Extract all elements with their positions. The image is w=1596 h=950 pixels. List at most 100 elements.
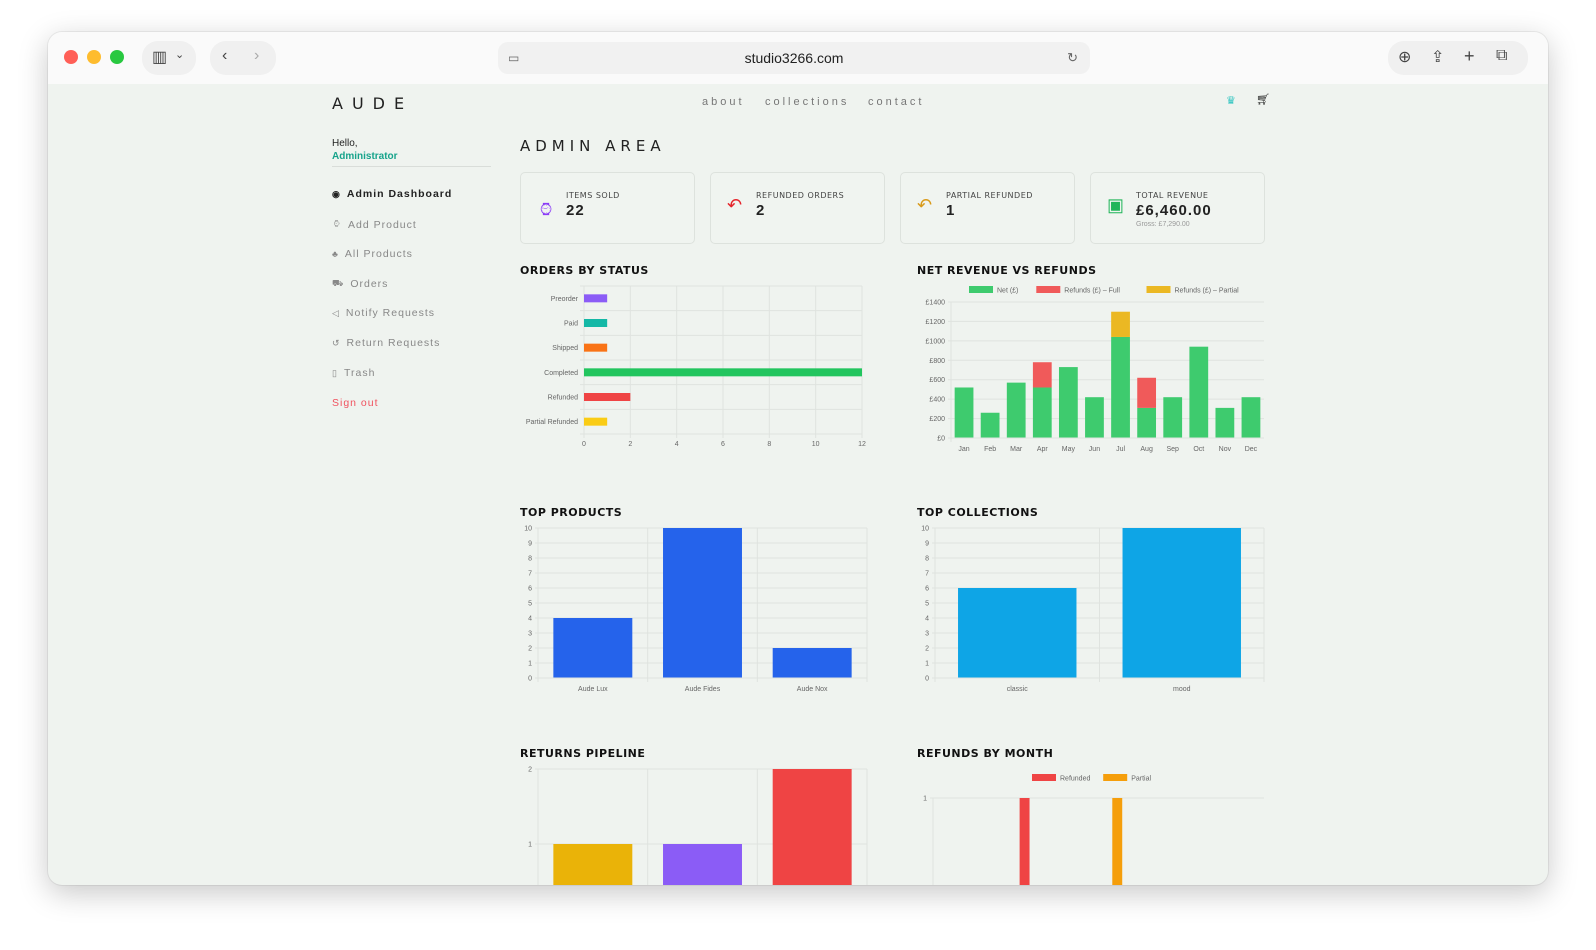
tick-label: 7 <box>528 571 532 578</box>
tick-label: 2 <box>925 646 929 653</box>
return-icon: ↺ <box>332 337 341 348</box>
download-icon[interactable]: ⊕ <box>1398 47 1411 67</box>
bar-nov-net[interactable] <box>1215 407 1235 438</box>
tick-label: 0 <box>528 676 532 683</box>
bar-jul-net[interactable] <box>1111 336 1130 438</box>
chart-top-products: 0 1 2 3 4 5 6 7 8 9 10 Aude Lux Aude Fides Aude Nox <box>524 526 868 693</box>
minimize-window-button[interactable] <box>87 50 101 64</box>
sidebar-item-label: Admin Dashboard <box>346 188 453 200</box>
sign-out-link[interactable]: Sign out <box>332 397 379 409</box>
sidebar-toggle-button[interactable]: ▥ ⌄ <box>142 41 196 75</box>
tick-label: Partial Refunded <box>526 419 578 426</box>
truck-icon: ⛟ <box>332 278 345 288</box>
undo-icon: ↶ <box>727 195 743 215</box>
crown-icon[interactable]: ♛ <box>1226 94 1236 107</box>
tick-label: 12 <box>858 441 866 448</box>
bar-dec-net[interactable] <box>1241 397 1261 438</box>
bar-apr-refunded[interactable] <box>1019 798 1030 885</box>
bar-partial-refunded[interactable] <box>584 417 608 426</box>
tick-label: 10 <box>812 441 820 448</box>
tick-label: £800 <box>929 358 945 365</box>
bar-preorder[interactable] <box>584 294 608 303</box>
bar-stage-1[interactable] <box>553 844 633 885</box>
sidebar-item-notify-requests[interactable]: ◁ Notify Requests <box>332 307 435 319</box>
tick-label: Mar <box>1010 446 1023 453</box>
stat-card-total-revenue: ▣ TOTAL REVENUE £6,460.00 Gross: £7,290.00 <box>1090 172 1265 244</box>
nav-contact[interactable]: contact <box>868 96 924 108</box>
sidebar-item-return-requests[interactable]: ↺ Return Requests <box>332 337 440 349</box>
sidebar-item-admin-dashboard[interactable]: ◉ Admin Dashboard <box>332 188 452 200</box>
tick-label: 10 <box>524 526 532 533</box>
chart-title: TOP PRODUCTS <box>520 506 623 519</box>
tick-label: 6 <box>721 441 725 448</box>
tick-label: £0 <box>937 436 945 443</box>
sidebar-item-add-product[interactable]: ⌚︎ Add Product <box>332 218 417 231</box>
bar-paid[interactable] <box>584 319 608 327</box>
close-window-button[interactable] <box>64 50 78 64</box>
tick-label: 2 <box>528 767 532 774</box>
tick-label: £1400 <box>926 300 946 307</box>
bar-oct-net[interactable] <box>1189 346 1209 438</box>
maximize-window-button[interactable] <box>110 50 124 64</box>
sidebar-item-orders[interactable]: ⛟ Orders <box>332 278 388 290</box>
bar-refunded[interactable] <box>584 393 631 401</box>
tick-label: Aude Fides <box>685 686 721 693</box>
new-tab-icon[interactable]: + <box>1464 46 1475 67</box>
legend-swatch <box>1036 286 1061 293</box>
stat-label: REFUNDED ORDERS <box>756 191 845 200</box>
tick-label: classic <box>1007 686 1029 693</box>
bar-aug-refunds[interactable] <box>1137 377 1157 408</box>
bar-completed[interactable] <box>584 368 862 377</box>
bar-mar-net[interactable] <box>1006 382 1026 438</box>
chart-returns-pipeline: 12 <box>528 767 868 885</box>
reload-icon[interactable]: ↻ <box>1067 42 1078 74</box>
bar-jan-net[interactable] <box>954 387 974 438</box>
bar-sep-net[interactable] <box>1163 397 1183 438</box>
legend-label: Partial <box>1131 776 1151 783</box>
tabs-overview-icon[interactable]: ⧉ <box>1496 47 1507 65</box>
undo-icon: ↶ <box>917 195 933 215</box>
tick-label: 10 <box>921 526 929 533</box>
forward-button[interactable]: › <box>254 47 259 65</box>
tick-label: 0 <box>582 441 586 448</box>
bar-feb-net[interactable] <box>980 412 1000 438</box>
cart-icon[interactable]: 🛒︎ <box>1256 93 1270 106</box>
bar-aude-fides[interactable] <box>663 528 742 678</box>
bar-jul-partial[interactable] <box>1112 798 1123 885</box>
bar-classic[interactable] <box>958 588 1077 678</box>
bar-aug-net[interactable] <box>1137 407 1157 438</box>
bar-apr-net[interactable] <box>1032 387 1052 438</box>
tick-label: 8 <box>528 556 532 563</box>
bar-apr-refunds[interactable] <box>1032 362 1052 388</box>
chart-net-revenue-vs-refunds: Net (£) Refunds (£) – Full Refunds (£) – P… <box>926 286 1264 453</box>
address-bar[interactable]: ▭ studio3266.com ↻ <box>498 42 1090 74</box>
stat-value: 2 <box>756 202 766 219</box>
sidebar-item-all-products[interactable]: ♣ All Products <box>332 248 413 260</box>
sidebar-item-label: Trash <box>343 367 376 379</box>
tick-label: 6 <box>925 586 929 593</box>
bar-may-net[interactable] <box>1058 367 1078 438</box>
bar-stage-2[interactable] <box>663 844 742 885</box>
tick-label: £600 <box>929 377 945 384</box>
bar-shipped[interactable] <box>584 343 608 352</box>
tick-label: £1200 <box>926 319 946 326</box>
stat-card-items-sold: ⌚︎ ITEMS SOLD 22 <box>520 172 695 244</box>
bar-aude-lux[interactable] <box>553 618 633 678</box>
bar-mood[interactable] <box>1122 528 1241 678</box>
back-button[interactable]: ‹ <box>222 47 227 65</box>
tick-label: Aude Lux <box>578 686 608 693</box>
share-icon[interactable]: ⇪ <box>1431 47 1444 67</box>
bar-stage-3[interactable] <box>772 769 852 885</box>
tick-label: Preorder <box>551 296 579 303</box>
sidebar-item-trash[interactable]: ▯ Trash <box>332 367 375 379</box>
bar-jul-refunds[interactable] <box>1111 311 1130 337</box>
greeting: Hello, <box>332 138 358 149</box>
bar-aude-nox[interactable] <box>772 648 852 678</box>
nav-about[interactable]: about <box>702 96 745 108</box>
toolbar-right: ⊕ ⇪ + ⧉ <box>1388 41 1528 75</box>
tick-label: Oct <box>1193 446 1204 453</box>
nav-collections[interactable]: collections <box>765 96 849 108</box>
site-logo[interactable]: AUDE <box>332 94 413 113</box>
bar-jun-net[interactable] <box>1085 397 1104 438</box>
sidebar-icon: ▥ <box>152 49 168 66</box>
